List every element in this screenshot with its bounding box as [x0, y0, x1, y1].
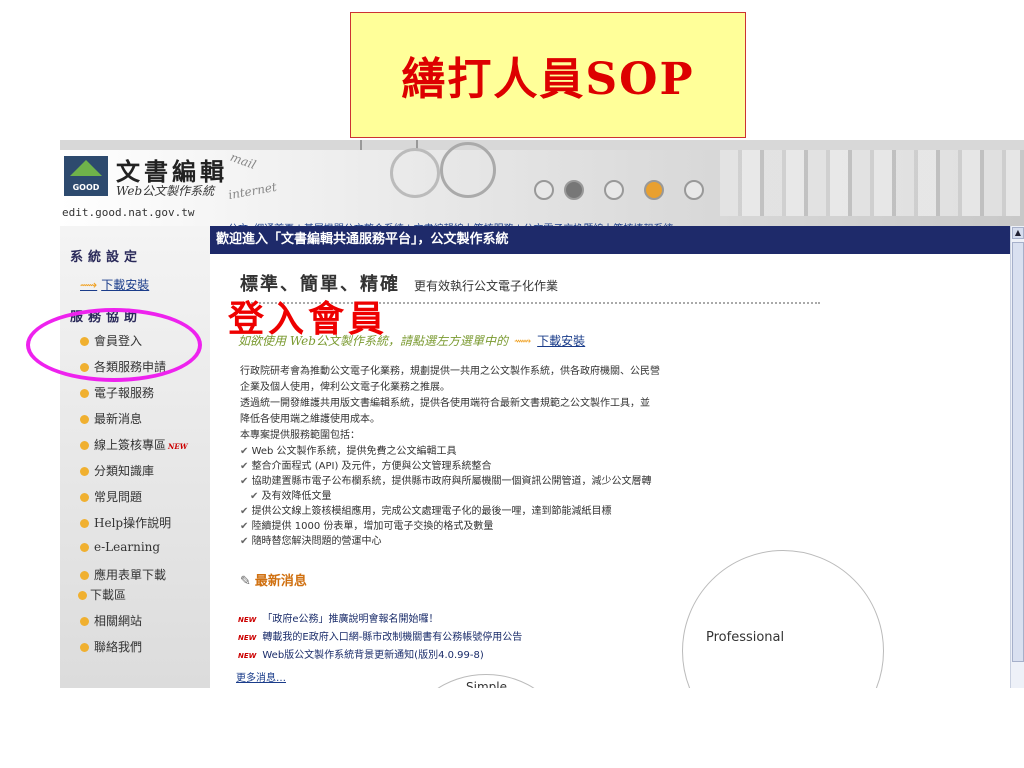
arrow-icon: ⟿	[80, 278, 98, 292]
professional-label: Professional	[706, 630, 785, 645]
bullet-item: Web 公文製作系統，提供免費之公文編輯工具	[240, 444, 652, 459]
sidebar-item-label[interactable]: Help操作說明	[94, 516, 171, 530]
bullet-dot-icon	[80, 643, 89, 652]
paragraph-line: 企業及個人使用，俾利公文電子化業務之推展。	[240, 382, 450, 393]
sidebar-download-link[interactable]: ⟿ 下載安裝	[80, 276, 149, 293]
vertical-scrollbar[interactable]: ▲	[1010, 226, 1024, 688]
tagline-small: 更有效執行公文電子化作業	[414, 279, 559, 293]
bullet-dot-icon	[80, 415, 89, 424]
new-badge: NEW	[238, 616, 257, 624]
bullet-item: 隨時替您解決問題的營運中心	[240, 534, 652, 549]
books-decoration	[720, 150, 1020, 216]
news-link[interactable]: Web版公文製作系統背景更新通知(版別4.0.99-8)	[262, 650, 483, 661]
sidebar-item-help[interactable]: Help操作說明	[80, 514, 171, 531]
sidebar-item-contact-us[interactable]: 聯絡我們	[80, 638, 142, 655]
news-link[interactable]: 「政府e公務」推廣說明會報名開始囉！	[262, 614, 438, 625]
site-url: edit.good.nat.gov.tw	[62, 206, 195, 219]
bullet-dot-icon	[80, 617, 89, 626]
sidebar-item-faq[interactable]: 常見問題	[80, 488, 142, 505]
sidebar-item-label[interactable]: 最新消息	[94, 412, 142, 426]
sidebar-item-label[interactable]: 常見問題	[94, 490, 142, 504]
arrow-icon: ⟿	[513, 334, 532, 348]
slide-title-box: 繕打人員SOP	[350, 12, 746, 138]
bullet-dot-icon	[80, 571, 89, 580]
new-badge: NEW	[238, 652, 257, 660]
bullet-dot-icon	[80, 519, 89, 528]
sidebar-item-label[interactable]: 線上簽核專區	[94, 438, 166, 452]
intro-paragraph-1: 行政院研考會為推動公文電子化業務，規劃提供一共用之公文製作系統，供各政府機關、公…	[240, 364, 740, 444]
sidebar-item-elearning[interactable]: e-Learning	[80, 540, 160, 554]
news-heading: ✎ 最新消息	[240, 570, 307, 589]
bullet-dot-icon	[80, 441, 89, 450]
new-badge: NEW	[238, 634, 257, 642]
sidebar-item-label[interactable]: 相關網站	[94, 614, 142, 628]
sidebar-item-download-area[interactable]: 下載區	[78, 586, 126, 603]
sidebar-item-knowledge-base[interactable]: 分類知識庫	[80, 462, 154, 479]
news-title: 最新消息	[254, 574, 307, 589]
news-item[interactable]: NEW 轉載我的E政府入口網-縣市改制機關書有公務帳號停用公告	[238, 628, 522, 643]
bullet-dot-icon	[80, 493, 89, 502]
paperclip-icon: ✎	[240, 574, 251, 589]
hint-download-link[interactable]: 下載安裝	[537, 334, 585, 348]
sidebar-item-latest-news[interactable]: 最新消息	[80, 410, 142, 427]
bullet-dot-icon	[80, 543, 89, 552]
sidebar-download-label[interactable]: 下載安裝	[101, 278, 149, 292]
disc-icon	[564, 180, 584, 200]
bullet-item: 整合介面程式 (API) 及元件，方便與公文管理系統整合	[240, 459, 652, 474]
sidebar-item-online-signoff[interactable]: 線上簽核專區 NEW	[80, 436, 188, 453]
member-login-annotation: 登入會員	[228, 298, 389, 340]
news-link[interactable]: 轉載我的E政府入口網-縣市改制機關書有公務帳號停用公告	[262, 632, 522, 643]
paragraph-line: 降低各使用端之維護使用成本。	[240, 414, 380, 425]
sidebar-item-label[interactable]: 電子報服務	[94, 386, 154, 400]
service-bullets: Web 公文製作系統，提供免費之公文編輯工具 整合介面程式 (API) 及元件，…	[240, 444, 652, 549]
website-screenshot: GOOD 文書編輯 Web公文製作系統 edit.good.nat.gov.tw…	[60, 140, 1024, 688]
bullet-item: 協助建置縣市電子公布欄系統，提供縣市政府與所屬機關一個資訊公開管道，減少公文層轉	[240, 474, 652, 489]
disc-icon	[534, 180, 554, 200]
paragraph-line: 本專案提供服務範圍包括：	[240, 430, 360, 441]
bullet-item: 陸續提供 1000 份表單，增加可電子交換的格式及數量	[240, 519, 652, 534]
bullet-dot-icon	[78, 591, 87, 600]
slide-title: 繕打人員SOP	[401, 54, 695, 105]
disc-icon	[604, 180, 624, 200]
browser-top-strip	[60, 140, 1024, 150]
sidebar-item-label[interactable]: 聯絡我們	[94, 640, 142, 654]
disc-icon	[644, 180, 664, 200]
scroll-thumb[interactable]	[1012, 242, 1024, 662]
paragraph-line: 行政院研考會為推動公文電子化業務，規劃提供一共用之公文製作系統，供各政府機關、公…	[240, 366, 660, 377]
more-news-link[interactable]: 更多消息…	[236, 669, 286, 684]
strip-divider	[360, 140, 362, 150]
bullet-item-continuation: 及有效降低文量	[240, 489, 652, 504]
new-badge: NEW	[168, 442, 188, 451]
sidebar-item-related-sites[interactable]: 相關網站	[80, 612, 142, 629]
bullet-dot-icon	[80, 389, 89, 398]
welcome-bar: 歡迎進入「文書編輯共通服務平台」，公文製作系統	[210, 226, 1010, 254]
logo-subtitle: Web公文製作系統	[116, 184, 215, 198]
news-item[interactable]: NEW 「政府e公務」推廣說明會報名開始囉！	[238, 610, 439, 625]
good-logo-icon[interactable]: GOOD	[64, 156, 108, 196]
at-sign-icon	[390, 148, 440, 198]
sidebar-item-form-download[interactable]: 應用表單下載	[80, 566, 166, 583]
sidebar-item-newsletter[interactable]: 電子報服務	[80, 384, 154, 401]
sidebar-item-label[interactable]: 分類知識庫	[94, 464, 154, 478]
highlight-ellipse	[26, 308, 202, 382]
sidebar-item-label[interactable]: 應用表單下載	[94, 568, 166, 582]
bullet-dot-icon	[80, 467, 89, 476]
scroll-up-icon[interactable]: ▲	[1012, 227, 1024, 239]
at-sign-icon	[440, 142, 496, 198]
disc-icon	[684, 180, 704, 200]
news-item[interactable]: NEW Web版公文製作系統背景更新通知(版別4.0.99-8)	[238, 646, 484, 661]
site-banner: GOOD 文書編輯 Web公文製作系統 edit.good.nat.gov.tw…	[60, 142, 1024, 235]
sidebar-section-settings: 系統設定	[70, 250, 143, 265]
paragraph-line: 透過統一開發維護共用版文書編輯系統，提供各使用端符合最新文書規範之公文製作工具，…	[240, 398, 650, 409]
sidebar: 系統設定 ⟿ 下載安裝 服務協助 會員登入 各類服務申請 電子報服務 最新消息 線…	[60, 226, 210, 688]
mail-decoration: mail	[228, 149, 258, 173]
sidebar-item-label[interactable]: e-Learning	[94, 540, 160, 554]
bullet-item: 提供公文線上簽核模組應用，完成公文處理電子化的最後一哩，達到節能減紙目標	[240, 504, 652, 519]
sidebar-item-label[interactable]: 下載區	[90, 588, 126, 602]
simple-label: Simple	[466, 680, 507, 688]
internet-decoration: internet	[227, 179, 278, 203]
professional-circle	[682, 550, 884, 688]
